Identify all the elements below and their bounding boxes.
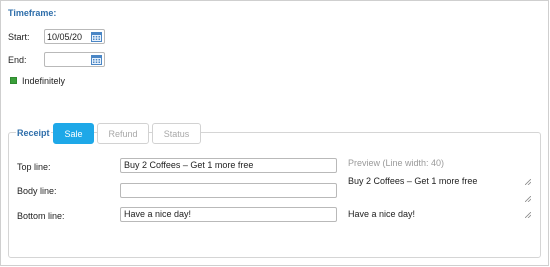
calendar-icon[interactable] <box>91 54 102 65</box>
tab-sale[interactable]: Sale <box>53 123 94 144</box>
tab-status[interactable]: Status <box>152 123 201 144</box>
start-date-value: 10/05/20 <box>47 32 83 42</box>
start-label: Start: <box>8 32 30 42</box>
resize-grip-icon[interactable] <box>525 196 531 202</box>
bottom-line-input[interactable]: Have a nice day! <box>120 207 337 222</box>
end-date-input[interactable] <box>44 52 105 67</box>
body-line-label: Body line: <box>17 186 57 196</box>
resize-grip-icon[interactable] <box>525 179 531 185</box>
indefinitely-label: Indefinitely <box>22 76 66 86</box>
bottom-line-label: Bottom line: <box>17 211 65 221</box>
preview-bottom-line: Have a nice day! <box>348 209 416 219</box>
timeframe-title: Timeframe: <box>8 8 57 18</box>
resize-grip-icon[interactable] <box>525 212 531 218</box>
body-line-input[interactable] <box>120 183 337 198</box>
calendar-icon[interactable] <box>91 31 102 42</box>
preview-top-line: Buy 2 Coffees – Get 1 more free <box>348 176 478 186</box>
indefinitely-checkbox[interactable] <box>10 77 17 84</box>
receipt-label: Receipt <box>16 128 51 138</box>
preview-title: Preview (Line width: 40) <box>348 158 445 168</box>
end-label: End: <box>8 55 27 65</box>
tab-refund[interactable]: Refund <box>97 123 149 144</box>
top-line-label: Top line: <box>17 162 51 172</box>
top-line-input[interactable]: Buy 2 Coffees – Get 1 more free <box>120 158 337 173</box>
start-date-input[interactable]: 10/05/20 <box>44 29 105 44</box>
